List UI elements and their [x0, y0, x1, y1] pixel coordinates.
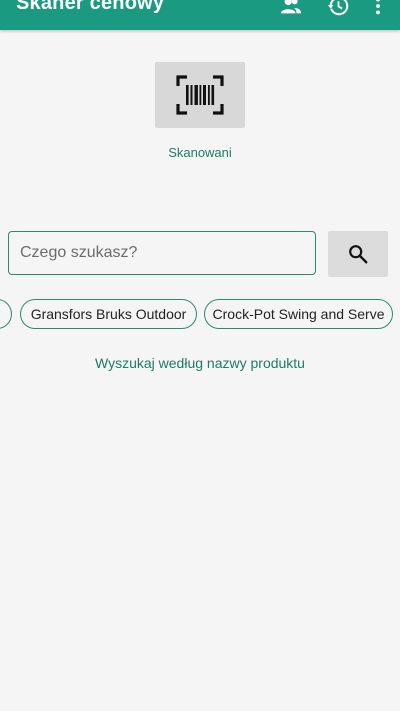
suggestion-chip[interactable]: Gransfors Bruks Outdoor [20, 299, 197, 329]
app-title: Skaner cenowy [16, 0, 165, 14]
scan-button[interactable] [155, 62, 245, 128]
search-input[interactable] [8, 231, 316, 275]
account-icon[interactable] [279, 0, 303, 18]
history-icon[interactable] [326, 0, 350, 18]
search-icon [349, 245, 368, 264]
suggestion-chip[interactable]: Crock-Pot Swing and Serve [204, 299, 393, 329]
search-by-name-link[interactable]: Wyszukaj według nazwy produktu [0, 355, 400, 371]
search-button[interactable] [328, 231, 388, 277]
suggestion-chip[interactable] [0, 299, 12, 329]
scan-label: Skanowani [168, 145, 232, 160]
app-bar: Skaner cenowy [0, 0, 400, 30]
barcode-scan-icon [176, 75, 224, 115]
screen: Skaner cenowy Skanowani Czego szukasz? G… [0, 0, 400, 711]
more-vert-icon[interactable] [366, 0, 390, 18]
